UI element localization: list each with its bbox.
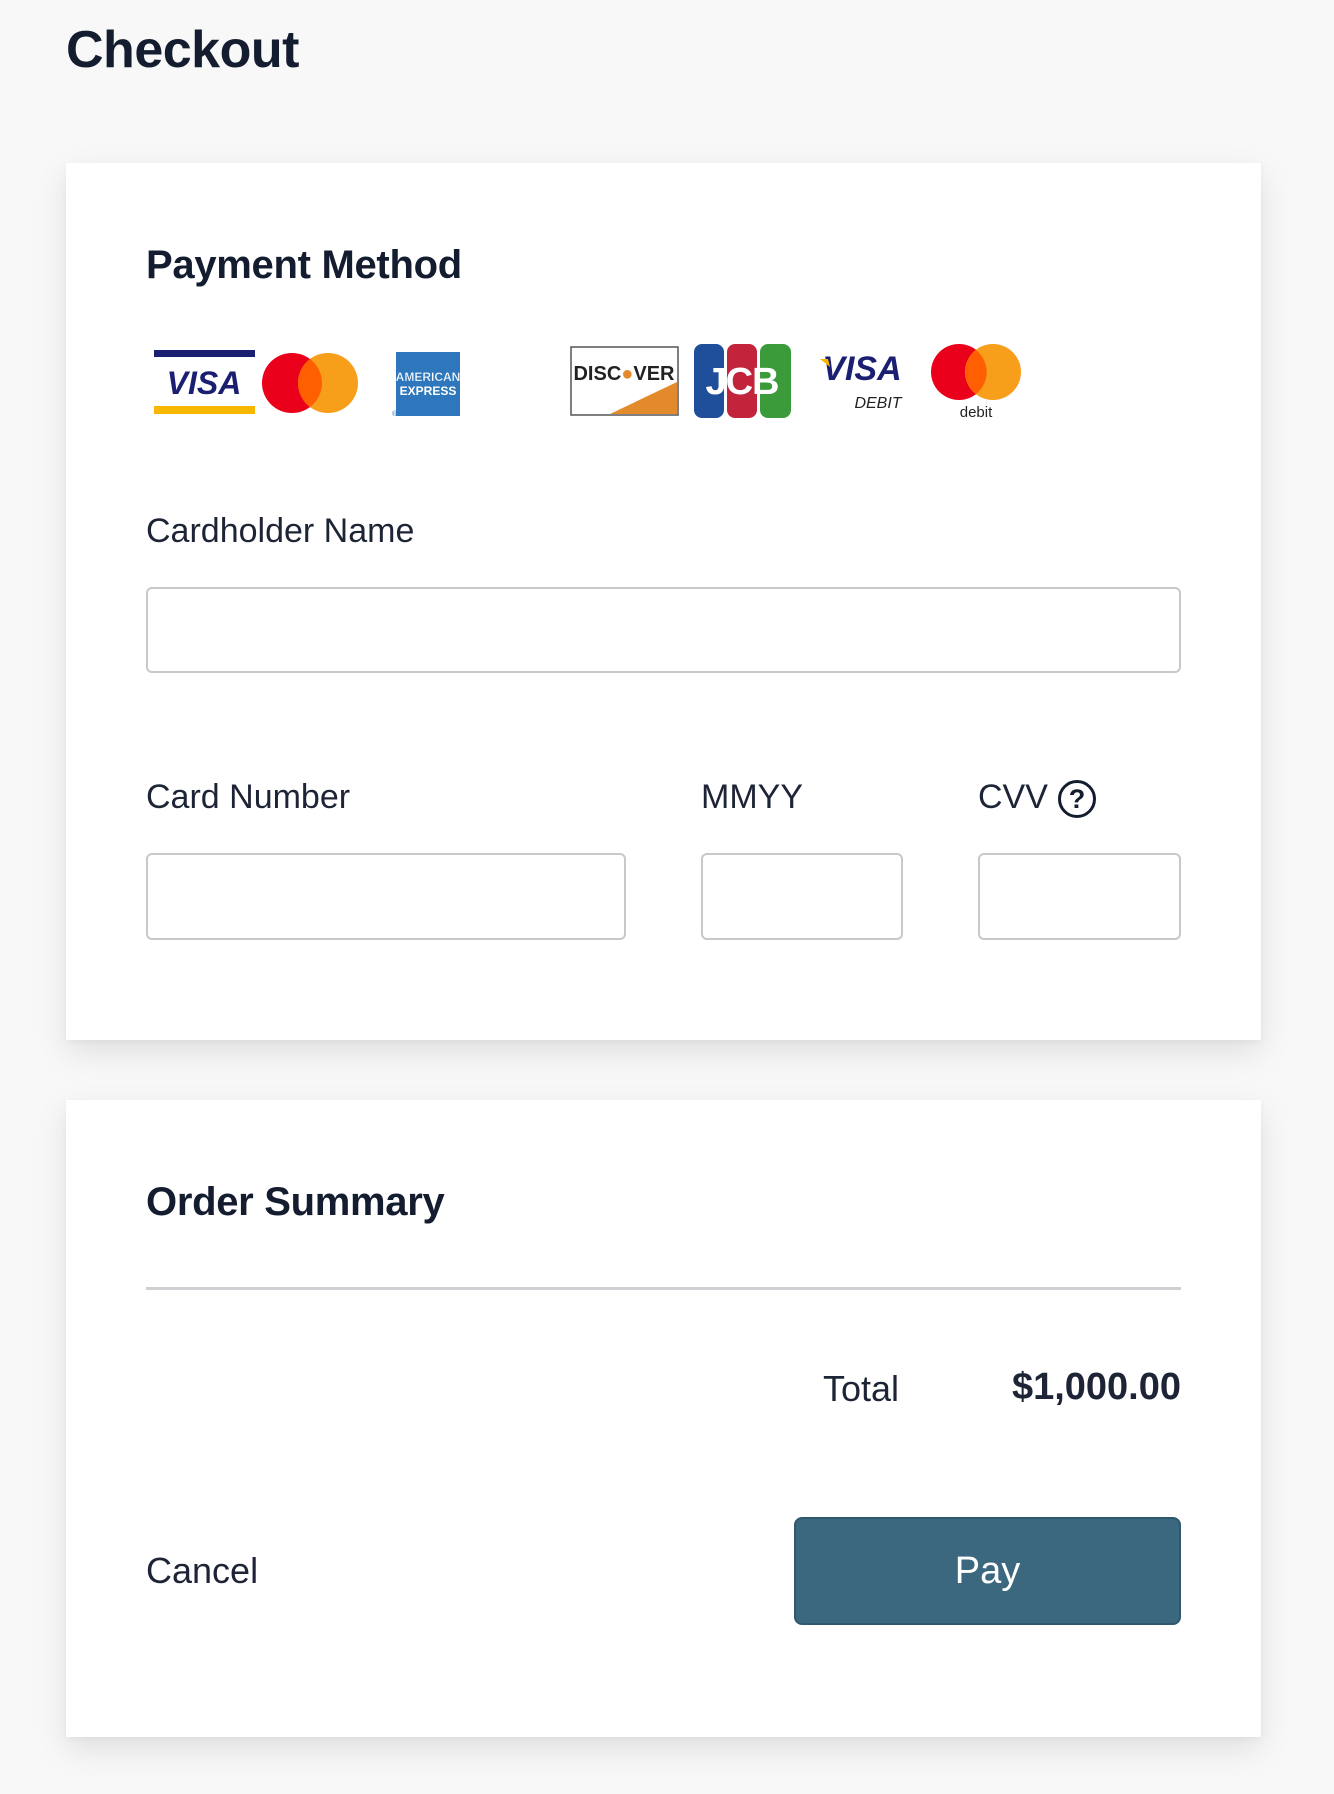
question-circle-icon[interactable]: ? — [1058, 780, 1096, 818]
payment-method-title: Payment Method — [146, 243, 462, 287]
svg-text:debit: debit — [960, 404, 993, 421]
summary-divider — [146, 1287, 1181, 1290]
expiry-label: MMYY — [701, 778, 803, 816]
discover-logo: DISC●VER — [570, 346, 679, 416]
jcb-logo: JCB — [694, 344, 791, 418]
cvv-input[interactable] — [978, 853, 1181, 940]
order-summary-title: Order Summary — [146, 1180, 445, 1224]
svg-text:DEBIT: DEBIT — [854, 395, 902, 412]
american-express-logo: AMERICAN EXPRESS ® — [392, 352, 460, 418]
cvv-label: CVV — [978, 778, 1048, 816]
mastercard-logo — [262, 353, 358, 413]
visa-debit-logo: VISA DEBIT — [820, 350, 903, 412]
pay-button[interactable]: Pay — [794, 1517, 1181, 1625]
card-number-input[interactable] — [146, 853, 626, 940]
total-label: Total — [823, 1368, 900, 1409]
svg-text:JCB: JCB — [705, 361, 778, 403]
cardholder-name-label: Cardholder Name — [146, 512, 415, 550]
svg-text:DISC●VER: DISC●VER — [573, 363, 675, 385]
card-number-label: Card Number — [146, 778, 351, 816]
visa-logo: VISA — [154, 350, 255, 414]
svg-text:®: ® — [392, 410, 398, 418]
svg-text:VISA: VISA — [167, 365, 242, 401]
svg-text:EXPRESS: EXPRESS — [400, 384, 457, 398]
page-title: Checkout — [66, 21, 299, 79]
expiry-input[interactable] — [701, 853, 903, 940]
mastercard-debit-logo: debit — [931, 344, 1021, 421]
cardholder-name-input[interactable] — [146, 587, 1181, 673]
cancel-button[interactable]: Cancel — [146, 1550, 258, 1592]
svg-text:AMERICAN: AMERICAN — [396, 370, 460, 384]
accepted-cards-logos: VISA AMERICAN EXPRESS ® DISC●VER JCB VIS… — [154, 344, 1021, 430]
svg-text:VISA: VISA — [822, 350, 901, 388]
order-summary-card: Order Summary Total $1,000.00 Cancel Pay — [66, 1100, 1261, 1737]
payment-method-card: Payment Method VISA AMERICAN EXPRESS ® D… — [66, 163, 1261, 1040]
total-value: $1,000.00 — [1011, 1366, 1181, 1408]
